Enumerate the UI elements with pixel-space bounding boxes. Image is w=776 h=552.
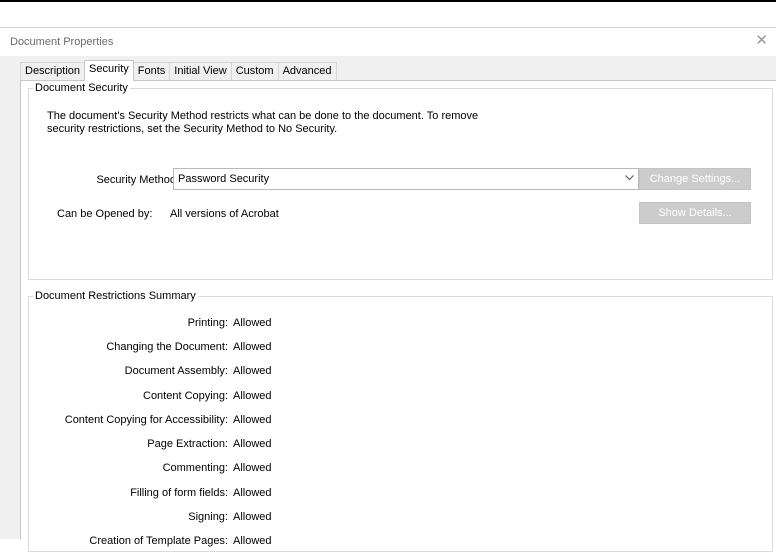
tab-custom[interactable]: Custom	[230, 62, 279, 80]
restriction-row: Content Copying: Allowed	[29, 390, 629, 404]
restriction-value: Allowed	[233, 341, 272, 353]
opened-by-value: All versions of Acrobat	[170, 208, 279, 220]
restriction-row: Creation of Template Pages: Allowed	[29, 535, 629, 549]
opened-by-label: Can be Opened by:	[57, 208, 153, 220]
restriction-value: Allowed	[233, 438, 272, 450]
tab-security[interactable]: Security	[84, 60, 134, 81]
dialog-title: Document Properties	[10, 36, 114, 48]
security-description-line: security restrictions, set the Security …	[47, 123, 338, 135]
document-properties-dialog: Document Properties ✕ Description Securi…	[0, 27, 776, 552]
restriction-label: Page Extraction:	[147, 438, 228, 450]
restriction-label: Filling of form fields:	[130, 487, 228, 499]
restriction-label: Content Copying:	[143, 390, 228, 402]
security-method-value: Password Security	[178, 173, 270, 185]
restriction-label: Changing the Document:	[106, 341, 228, 353]
tab-fonts[interactable]: Fonts	[132, 62, 171, 80]
tab-strip: Description Security Fonts Initial View …	[20, 60, 337, 81]
restrictions-summary-legend: Document Restrictions Summary	[35, 290, 196, 302]
restriction-row: Content Copying for Accessibility: Allow…	[29, 414, 629, 428]
restriction-label: Content Copying for Accessibility:	[64, 414, 228, 426]
chevron-down-icon[interactable]	[620, 169, 638, 189]
restriction-label: Commenting:	[162, 462, 228, 474]
tab-description[interactable]: Description	[20, 62, 86, 80]
restriction-value: Allowed	[233, 487, 272, 499]
restriction-label: Creation of Template Pages:	[89, 535, 228, 547]
restriction-value: Allowed	[233, 535, 272, 547]
security-tab-panel: Document Security The document's Securit…	[20, 80, 776, 552]
restriction-row: Filling of form fields: Allowed	[29, 487, 629, 501]
tab-advanced[interactable]: Advanced	[277, 62, 337, 80]
restrictions-summary-group: Document Restrictions Summary Printing: …	[28, 290, 773, 552]
restriction-value: Allowed	[233, 462, 272, 474]
restriction-value: Allowed	[233, 365, 272, 377]
restriction-row: Commenting: Allowed	[29, 462, 629, 476]
document-security-group: Document Security The document's Securit…	[28, 82, 773, 280]
restriction-value: Allowed	[233, 511, 272, 523]
restriction-label: Printing:	[187, 317, 228, 329]
tab-initial-view[interactable]: Initial View	[169, 62, 232, 80]
security-description: The document's Security Method restricts…	[47, 110, 567, 136]
security-method-label: Security Method:	[96, 174, 179, 186]
restriction-row: Changing the Document: Allowed	[29, 341, 629, 355]
title-bar: Document Properties ✕	[0, 28, 776, 56]
restriction-label: Document Assembly:	[124, 365, 228, 377]
top-border	[0, 0, 776, 2]
restriction-row: Document Assembly: Allowed	[29, 365, 629, 379]
restriction-label: Signing:	[188, 511, 228, 523]
change-settings-button[interactable]: Change Settings...	[639, 168, 751, 190]
close-icon[interactable]: ✕	[755, 32, 768, 50]
restriction-value: Allowed	[233, 317, 272, 329]
restriction-row: Printing: Allowed	[29, 317, 629, 331]
security-method-dropdown[interactable]: Password Security	[173, 168, 639, 190]
restriction-row: Page Extraction: Allowed	[29, 438, 629, 452]
show-details-button[interactable]: Show Details...	[639, 202, 751, 224]
restriction-row: Signing: Allowed	[29, 511, 629, 525]
document-security-legend: Document Security	[35, 82, 128, 94]
restriction-value: Allowed	[233, 390, 272, 402]
restriction-value: Allowed	[233, 414, 272, 426]
security-description-line: The document's Security Method restricts…	[47, 110, 479, 122]
